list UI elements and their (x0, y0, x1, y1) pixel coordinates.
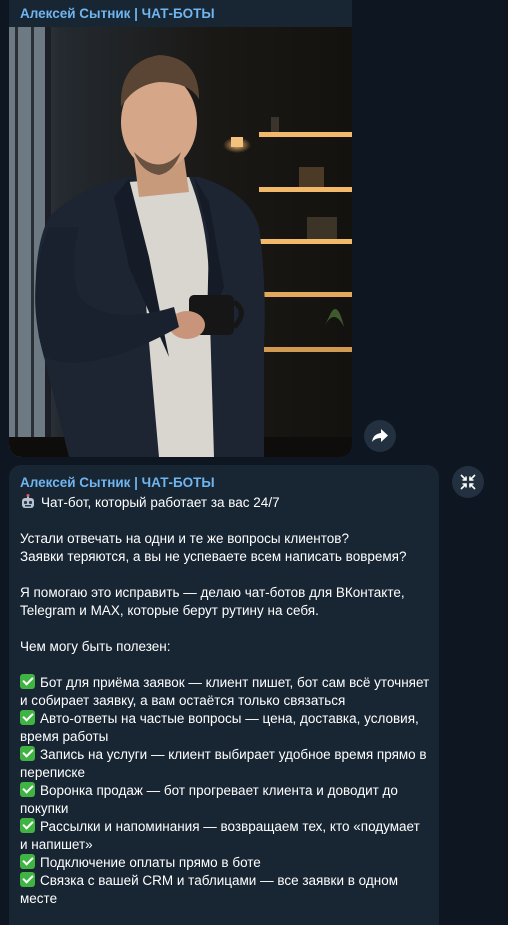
sender-name[interactable]: Алексей Сытник | ЧАТ-БОТЫ (20, 475, 215, 490)
check-mark-icon (20, 710, 35, 725)
feature-item: Рассылки и напоминания — возвращаем тех,… (20, 818, 434, 836)
check-mark-icon (20, 782, 35, 797)
feature-item: Запись на услуги — клиент выбирает удобн… (20, 746, 434, 764)
feature-item: Бот для приёма заявок — клиент пишет, бо… (20, 674, 434, 692)
feature-item-continuation: время работы (20, 729, 109, 744)
feature-item-continuation: и собирает заявку, а вам остаётся только… (20, 693, 346, 708)
section-title: Чем могу быть полезен: (20, 639, 171, 654)
feature-item-continuation: и напишет» (20, 837, 93, 852)
forward-arrow-icon (372, 429, 388, 442)
feature-item: Подключение оплаты прямо в боте (20, 854, 434, 872)
collapse-button[interactable] (452, 466, 484, 498)
text-message-bubble: Алексей Сытник | ЧАТ-БОТЫ Чат-бот, котор… (9, 465, 439, 925)
check-mark-icon (20, 872, 35, 887)
forward-button[interactable] (364, 420, 396, 452)
check-mark-icon (20, 854, 35, 869)
paragraph-line: Устали отвечать на одни и те же вопросы … (20, 531, 349, 546)
feature-item-continuation: месте (20, 891, 58, 906)
collapse-icon (460, 474, 476, 490)
robot-emoji-icon (22, 494, 34, 508)
headline-line: Чат-бот, который работает за вас 24/7 (20, 494, 434, 512)
feature-item-continuation: покупки (20, 801, 69, 816)
sender-name[interactable]: Алексей Сытник | ЧАТ-БОТЫ (20, 6, 215, 21)
message-text: Чат-бот, который работает за вас 24/7 Ус… (20, 494, 434, 908)
paragraph-line: Telegram и MAX, которые берут рутину на … (20, 603, 319, 618)
feature-item: Воронка продаж — бот прогревает клиента … (20, 782, 434, 800)
paragraph-line: Заявки теряются, а вы не успеваете всем … (20, 549, 407, 564)
photo-message-bubble: Алексей Сытник | ЧАТ-БОТЫ (9, 0, 352, 457)
feature-item: Связка с вашей CRM и таблицами — все зая… (20, 872, 434, 890)
headline-text: Чат-бот, который работает за вас 24/7 (41, 495, 280, 510)
post-photo[interactable] (9, 27, 352, 457)
feature-item-continuation: переписке (20, 765, 86, 780)
check-mark-icon (20, 674, 35, 689)
check-mark-icon (20, 746, 35, 761)
paragraph-line: Я помогаю это исправить — делаю чат-бото… (20, 585, 405, 600)
check-mark-icon (20, 818, 35, 833)
feature-item: Авто-ответы на частые вопросы — цена, до… (20, 710, 434, 728)
